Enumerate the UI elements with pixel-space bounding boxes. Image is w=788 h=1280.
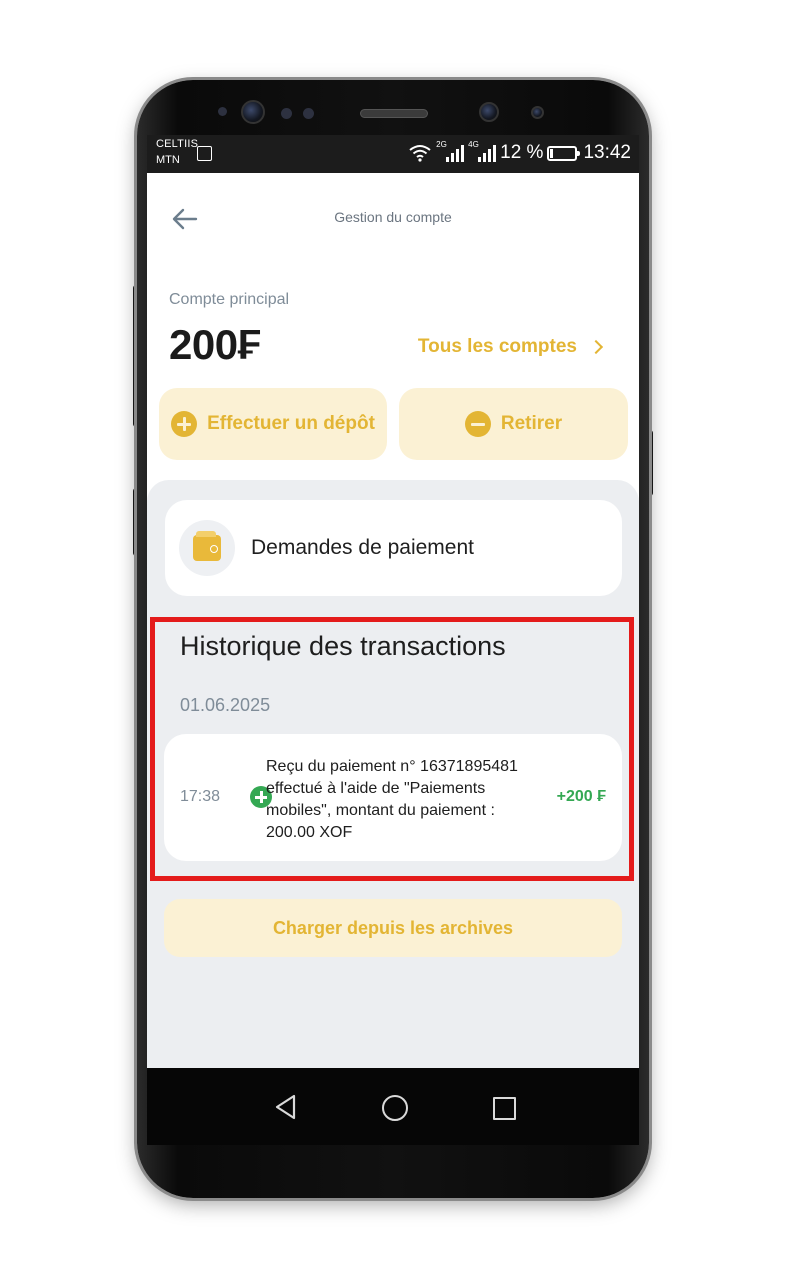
transaction-item[interactable]: 17:38 Reçu du paiement n° 16371895481 ef… (164, 734, 622, 861)
transaction-time: 17:38 (180, 788, 221, 805)
plus-circle-icon (171, 411, 198, 437)
signal-strength-icon: 4G (468, 140, 497, 164)
transaction-amount: +200 ₣ (556, 788, 606, 805)
carrier-1: CELTIIS (156, 138, 199, 150)
account-balance: 200₣ (169, 321, 261, 368)
nav-back-button[interactable] (269, 1090, 303, 1124)
transaction-description: Reçu du paiement n° 16371895481 effectué… (266, 758, 518, 841)
battery-icon (547, 145, 581, 161)
all-accounts-link[interactable]: Tous les comptes (417, 336, 604, 358)
phone-screen: CELTIIS MTN 2G 4G 12 % 13:42 Gestion du … (147, 135, 639, 1145)
clock: 13:42 (583, 142, 631, 163)
status-bar: CELTIIS MTN 2G 4G 12 % 13:42 (147, 135, 639, 173)
history-title: Historique des transactions (180, 631, 506, 661)
earpiece-speaker (360, 109, 428, 118)
wallet-icon-container (179, 520, 235, 576)
wallet-icon (193, 531, 221, 561)
history-date: 01.06.2025 (180, 695, 271, 715)
payment-requests-label: Demandes de paiement (251, 536, 474, 559)
minus-circle-icon (464, 411, 491, 437)
image-notification-icon (197, 146, 212, 161)
signal-strength-icon: 2G (436, 140, 465, 164)
wifi-icon (409, 145, 431, 162)
payment-requests-button[interactable]: Demandes de paiement (165, 500, 622, 596)
account-label: Compte principal (169, 291, 290, 308)
page-title: Gestion du compte (334, 209, 452, 225)
battery-percent: 12 % (500, 142, 544, 163)
sensor-dot (303, 108, 314, 119)
status-icons: 2G 4G 12 % 13:42 (408, 140, 631, 164)
nav-recent-button[interactable] (486, 1090, 520, 1124)
front-camera (241, 100, 265, 124)
sensor-dot (281, 108, 292, 119)
navigation-bar (147, 1068, 639, 1145)
nav-home-button[interactable] (377, 1090, 411, 1124)
deposit-label: Effectuer un dépôt (207, 413, 375, 434)
withdraw-button[interactable]: Retirer (399, 388, 628, 460)
all-accounts-label: Tous les comptes (417, 336, 577, 357)
carrier-2: MTN (156, 154, 180, 166)
nav-back-triangle-icon (275, 1094, 296, 1120)
chevron-right-icon (588, 339, 604, 355)
sensor-dot (218, 107, 227, 116)
proximity-sensor (531, 106, 544, 119)
iris-sensor (479, 102, 499, 122)
deposit-button[interactable]: Effectuer un dépôt (159, 388, 387, 460)
withdraw-label: Retirer (500, 413, 563, 434)
load-archives-button[interactable]: Charger depuis les archives (164, 899, 622, 957)
